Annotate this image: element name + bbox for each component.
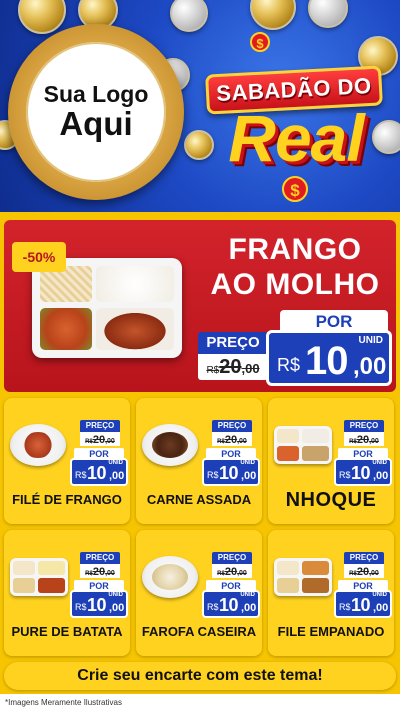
food-image bbox=[10, 552, 68, 598]
new-price: UNID R$ 10 ,00 bbox=[202, 458, 260, 486]
product-card[interactable]: PREÇO R$20,00 POR UNID R$ 10 ,00 CARNE A… bbox=[136, 398, 262, 524]
unid-label: UNID bbox=[358, 335, 383, 346]
old-price: R$20,00 bbox=[80, 564, 120, 578]
old-price: R$20,00 bbox=[212, 564, 252, 578]
new-price: UNID R$ 10 ,00 bbox=[334, 458, 392, 486]
unid-label: UNID bbox=[372, 460, 387, 466]
new-price: UNID R$ 10 ,00 bbox=[334, 590, 392, 618]
preco-label: PREÇO bbox=[80, 420, 120, 432]
featured-offer[interactable]: -50% FRANGO AO MOLHO POR PREÇO R$20,00 U… bbox=[4, 220, 396, 392]
header-banner: Sua Logo Aqui $ SABADÃO DO Real $ bbox=[0, 0, 400, 212]
promo-brand: $ SABADÃO DO Real $ bbox=[196, 28, 396, 208]
old-price: R$20,00 bbox=[198, 354, 268, 380]
product-name: FAROFA CASEIRA bbox=[141, 624, 257, 639]
unid-label: UNID bbox=[108, 592, 123, 598]
coin-decoration bbox=[308, 0, 348, 28]
new-price: UNID R$ 10 ,00 bbox=[266, 330, 392, 386]
new-price: UNID R$ 10 ,00 bbox=[70, 458, 128, 486]
coin-decoration bbox=[18, 0, 66, 34]
disclaimer: *Imagens Meramente Ilustrativas bbox=[0, 694, 400, 711]
food-image bbox=[10, 420, 66, 466]
promo-title-big: Real bbox=[228, 101, 364, 175]
featured-title-line-1: FRANGO bbox=[228, 233, 362, 266]
coin-decoration bbox=[250, 0, 296, 30]
featured-title-line-2: AO MOLHO bbox=[210, 268, 380, 302]
food-image bbox=[274, 420, 332, 466]
preco-label: PREÇO bbox=[80, 552, 120, 564]
preco-label: PREÇO bbox=[212, 420, 252, 432]
preco-label: PREÇO bbox=[212, 552, 252, 564]
product-card[interactable]: PREÇO R$20,00 POR UNID R$ 10 ,00 FILÉ DE… bbox=[4, 398, 130, 524]
product-name: FILÉ DE FRANGO bbox=[12, 492, 122, 507]
product-name: FILE EMPANADO bbox=[277, 624, 385, 639]
preco-label: PREÇO bbox=[198, 332, 268, 354]
dollar-icon: $ bbox=[282, 176, 308, 202]
new-price: UNID R$ 10 ,00 bbox=[70, 590, 128, 618]
product-card[interactable]: PREÇO R$20,00 POR UNID R$ 10 ,00 FILE EM… bbox=[268, 530, 394, 656]
logo-line-2: Aqui bbox=[59, 105, 133, 143]
new-price: UNID R$ 10 ,00 bbox=[202, 590, 260, 618]
product-card[interactable]: PREÇO R$20,00 POR UNID R$ 10 ,00 NHOQUE bbox=[268, 398, 394, 524]
logo-line-1: Sua Logo bbox=[43, 81, 149, 108]
dollar-icon: $ bbox=[250, 32, 270, 52]
food-tray-image bbox=[32, 258, 182, 358]
product-name: NHOQUE bbox=[285, 489, 377, 511]
food-image bbox=[274, 552, 332, 598]
old-price: R$20,00 bbox=[80, 432, 120, 446]
product-name: PURE DE BATATA bbox=[11, 624, 123, 639]
unid-label: UNID bbox=[372, 592, 387, 598]
product-card[interactable]: PREÇO R$20,00 POR UNID R$ 10 ,00 PURE DE… bbox=[4, 530, 130, 656]
featured-title: FRANGO AO MOLHO bbox=[200, 232, 390, 303]
product-name: CARNE ASSADA bbox=[146, 492, 252, 507]
old-price: R$20,00 bbox=[344, 564, 384, 578]
preco-label: PREÇO bbox=[344, 552, 384, 564]
discount-badge: -50% bbox=[12, 242, 66, 272]
cta-banner[interactable]: Crie seu encarte com este tema! bbox=[4, 662, 396, 690]
preco-label: PREÇO bbox=[344, 420, 384, 432]
unid-label: UNID bbox=[108, 460, 123, 466]
old-price: R$20,00 bbox=[344, 432, 384, 446]
old-price: R$20,00 bbox=[212, 432, 252, 446]
unid-label: UNID bbox=[240, 592, 255, 598]
food-image bbox=[142, 552, 198, 598]
logo-placeholder: Sua Logo Aqui bbox=[26, 42, 166, 182]
unid-label: UNID bbox=[240, 460, 255, 466]
product-card[interactable]: PREÇO R$20,00 POR UNID R$ 10 ,00 FAROFA … bbox=[136, 530, 262, 656]
food-image bbox=[142, 420, 198, 466]
